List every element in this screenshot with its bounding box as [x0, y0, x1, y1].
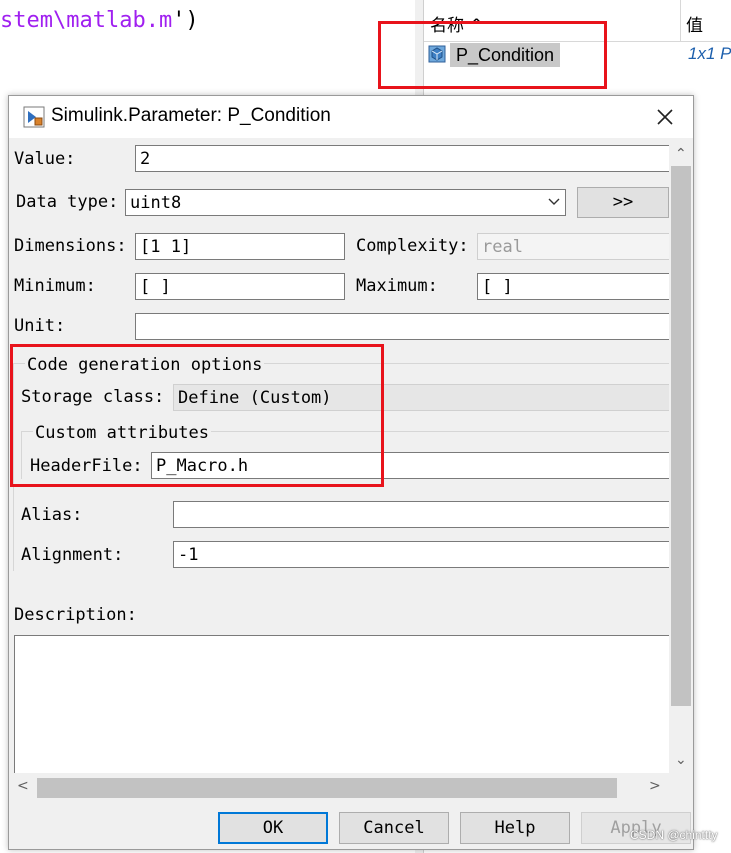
close-icon[interactable]: [647, 102, 683, 132]
complexity-label: Complexity:: [356, 236, 469, 256]
datatype-label: Data type:: [16, 192, 119, 212]
dialog-title: Simulink.Parameter: P_Condition: [51, 105, 331, 126]
dimensions-field[interactable]: [1 1]: [135, 233, 345, 260]
highlight-box-codegen: [10, 344, 384, 487]
datatype-assistant-button[interactable]: >>: [577, 187, 669, 218]
unit-label: Unit:: [14, 316, 66, 336]
maximum-label: Maximum:: [356, 276, 438, 296]
dimensions-label: Dimensions:: [14, 236, 127, 256]
help-button[interactable]: Help: [460, 812, 570, 844]
code-suffix: '): [172, 8, 199, 33]
column-header-value[interactable]: 值: [686, 11, 703, 36]
column-separator[interactable]: [680, 0, 681, 41]
minimum-field[interactable]: [ ]: [135, 273, 345, 300]
cancel-button[interactable]: Cancel: [339, 812, 449, 844]
watermark: CSDN @chinttty: [630, 828, 718, 842]
scroll-left-icon[interactable]: <: [17, 778, 29, 794]
value-field[interactable]: 2: [135, 145, 669, 172]
maximum-field[interactable]: [ ]: [477, 273, 669, 300]
code-string: stem\matlab.m: [0, 8, 173, 33]
value-label: Value:: [14, 149, 76, 169]
code-line: stem\matlab.m'): [0, 8, 199, 33]
scroll-up-icon[interactable]: ⌃: [675, 146, 687, 162]
datatype-select[interactable]: uint8: [125, 189, 566, 216]
variable-value: 1x1 P: [688, 44, 731, 63]
alias-label: Alias:: [21, 505, 83, 525]
minimum-label: Minimum:: [14, 276, 96, 296]
datatype-value: uint8: [130, 193, 182, 213]
alignment-label: Alignment:: [21, 545, 124, 565]
horizontal-scroll-thumb[interactable]: [37, 778, 617, 798]
unit-field[interactable]: [135, 313, 669, 340]
highlight-box-variable: [378, 21, 607, 89]
scroll-right-icon[interactable]: >: [649, 778, 661, 794]
scroll-down-icon[interactable]: ⌄: [675, 752, 687, 768]
simulink-icon: [23, 106, 45, 128]
chevron-down-icon: [548, 198, 560, 205]
vertical-scroll-thumb[interactable]: [671, 166, 691, 706]
dialog-titlebar[interactable]: Simulink.Parameter: P_Condition: [9, 96, 693, 138]
description-textarea[interactable]: [14, 635, 669, 775]
complexity-field: real: [477, 233, 669, 260]
alignment-field[interactable]: -1: [173, 541, 669, 568]
alias-field[interactable]: [173, 501, 669, 528]
description-label: Description:: [14, 605, 137, 625]
ok-button[interactable]: OK: [218, 812, 328, 844]
